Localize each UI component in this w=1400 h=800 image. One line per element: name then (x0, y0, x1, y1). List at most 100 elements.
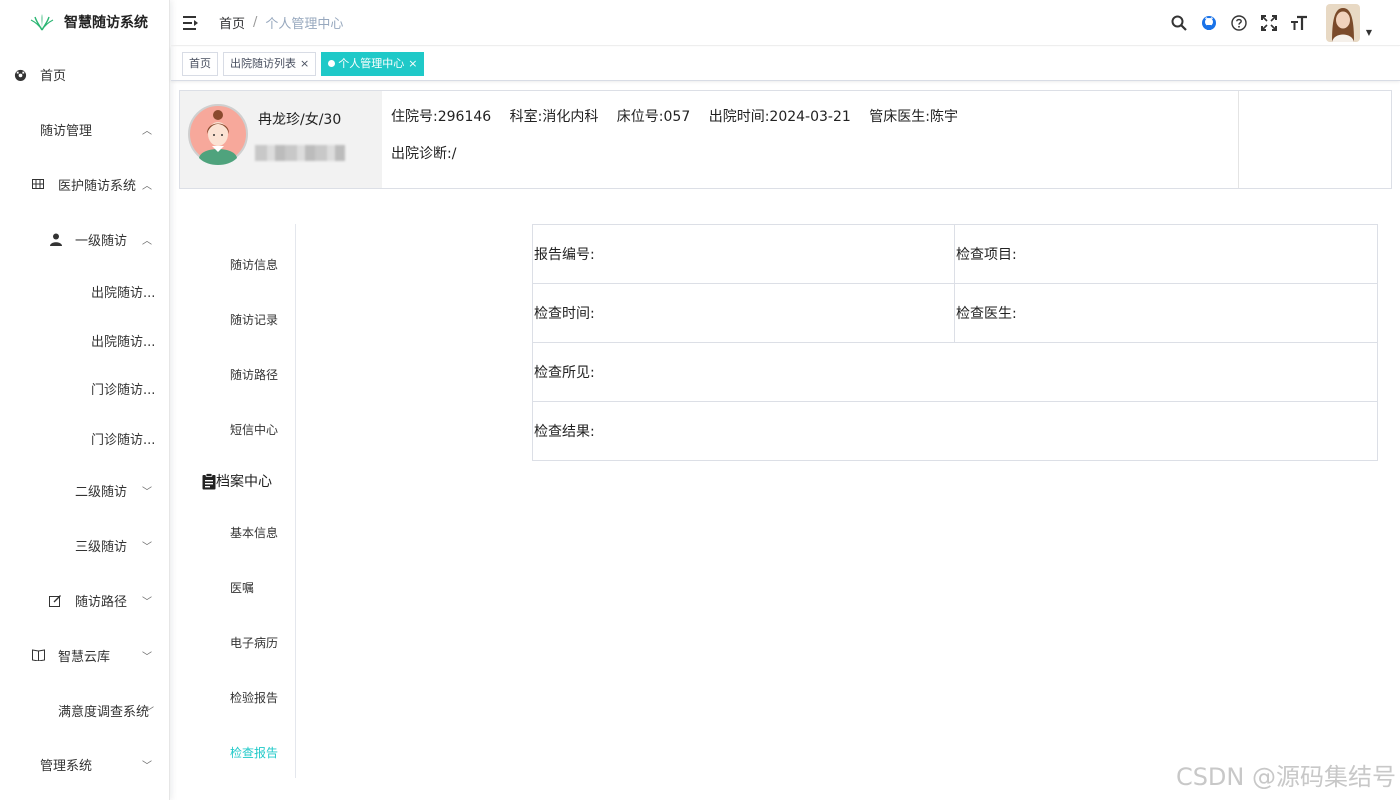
subnav-exam-report[interactable]: 检查报告 (230, 744, 278, 761)
chevron-down-icon: ﹀ (142, 541, 152, 553)
chevron-down-icon: ﹀ (142, 760, 152, 772)
close-icon[interactable]: × (300, 53, 309, 75)
chevron-down-icon: ﹀ (142, 596, 152, 608)
sidebar-item-label: 二级随访 (75, 484, 128, 500)
subnav-followup-info[interactable]: 随访信息 (230, 256, 278, 273)
tag-home[interactable]: 首页 (182, 51, 218, 76)
table-row: 检查结果: (532, 401, 1378, 461)
sidebar-item-discharge-followup-1[interactable]: 出院随访... (0, 276, 170, 306)
patient-profile: 冉龙珍/女/30 (180, 91, 382, 188)
tag-label: 首页 (189, 56, 211, 70)
sidebar-item-label: 随访管理 (40, 123, 93, 139)
record-subnav: 随访信息 随访记录 随访路径 短信中心 档案中心 基本信息 医嘱 电子病历 检验… (180, 224, 296, 778)
patient-id-blurred (255, 145, 345, 161)
fullscreen-icon[interactable] (1260, 14, 1278, 32)
subnav-group-label: 档案中心 (216, 474, 272, 490)
chevron-down-icon: ﹀ (144, 706, 154, 718)
search-icon[interactable] (1170, 14, 1188, 32)
breadcrumb-separator: / (253, 15, 258, 30)
clipboard-icon (202, 472, 216, 489)
book-icon (32, 649, 45, 661)
tag-personal-center[interactable]: 个人管理中心 × (321, 51, 425, 76)
breadcrumb-home[interactable]: 首页 (219, 13, 245, 32)
sidebar-item-outpatient-followup-2[interactable]: 门诊随访... (0, 423, 170, 453)
top-navbar: 首页 / 个人管理中心 ▼ (171, 0, 1400, 46)
sidebar-item-label: 满意度调查系统 (58, 704, 150, 720)
subnav-sms-center[interactable]: 短信中心 (230, 421, 278, 438)
subnav-emr[interactable]: 电子病历 (230, 634, 278, 651)
sidebar-item-label: 出院随访... (91, 285, 156, 301)
user-avatar[interactable] (1325, 4, 1360, 42)
sidebar-item-satisfaction-survey[interactable]: 满意度调查系统 ﹀ (0, 695, 170, 725)
department: 科室:消化内科 (509, 109, 599, 125)
admission-number: 住院号:296146 (391, 109, 492, 125)
sidebar-item-level3-followup[interactable]: 三级随访 ﹀ (0, 530, 170, 560)
chevron-up-icon: ︿ (142, 235, 152, 247)
sidebar-item-discharge-followup-2[interactable]: 出院随访... (0, 325, 170, 355)
attending-doctor: 管床医生:陈宇 (869, 109, 958, 125)
chevron-up-icon: ︿ (142, 125, 152, 137)
sidebar-item-followup-mgmt[interactable]: 随访管理 ︿ (0, 114, 170, 144)
subnav-followup-records[interactable]: 随访记录 (230, 311, 278, 328)
sidebar-item-level1-followup[interactable]: 一级随访 ︿ (0, 224, 170, 254)
breadcrumb: 首页 / 个人管理中心 (219, 13, 343, 32)
sidebar-item-nursing-followup[interactable]: 医护随访系统 ︿ (0, 169, 170, 199)
chevron-down-icon: ﹀ (142, 651, 152, 663)
sidebar-item-outpatient-followup-1[interactable]: 门诊随访... (0, 373, 170, 403)
sidebar-item-management-system[interactable]: 管理系统 ﹀ (0, 749, 170, 779)
caret-down-icon[interactable]: ▼ (1366, 28, 1372, 37)
table-row: 报告编号: 检查项目: (532, 224, 1378, 284)
active-dot-icon (328, 60, 336, 67)
chevron-down-icon: ﹀ (142, 486, 152, 498)
discharge-diagnosis: 出院诊断:/ (391, 146, 457, 162)
sidebar-item-label: 智慧云库 (58, 649, 111, 665)
sidebar-item-label: 出院随访... (91, 334, 156, 350)
help-icon[interactable] (1230, 14, 1248, 32)
subnav-medical-orders[interactable]: 医嘱 (230, 579, 254, 596)
breadcrumb-current: 个人管理中心 (265, 17, 344, 32)
sidebar-item-label: 门诊随访... (91, 432, 156, 448)
close-icon[interactable]: × (408, 53, 417, 75)
bed-number: 床位号:057 (616, 109, 691, 125)
sidebar-item-home[interactable]: 首页 (0, 59, 170, 89)
patient-info-card: 冉龙珍/女/30 住院号:296146 科室:消化内科 床位号:057 出院时间… (179, 90, 1392, 189)
sidebar-item-level2-followup[interactable]: 二级随访 ﹀ (0, 475, 170, 505)
chevron-up-icon: ︿ (142, 180, 152, 192)
discharge-time: 出院时间:2024-03-21 (708, 109, 851, 125)
subnav-followup-path[interactable]: 随访路径 (230, 366, 278, 383)
menu-fold-icon[interactable] (183, 15, 199, 30)
header-toolbar: ▼ (1158, 0, 1372, 46)
tag-label: 个人管理中心 (338, 56, 405, 70)
subnav-lab-report[interactable]: 检验报告 (230, 689, 278, 706)
sidebar-item-label: 门诊随访... (91, 382, 156, 398)
patient-name: 冉龙珍/女/30 (258, 112, 342, 128)
watermark: CSDN @源码集结号 (1175, 763, 1396, 791)
table-row: 检查时间: 检查医生: (532, 283, 1378, 343)
subnav-basic-info[interactable]: 基本信息 (230, 524, 278, 541)
sidebar-item-label: 管理系统 (40, 758, 93, 774)
logo-icon (30, 14, 54, 31)
exam-findings-cell: 检查所见: (532, 342, 1378, 402)
exam-doctor-cell: 检查医生: (954, 283, 1378, 343)
logo[interactable]: 智慧随访系统 (0, 0, 169, 44)
exam-result-cell: 检查结果: (532, 401, 1378, 461)
patient-avatar (188, 104, 248, 165)
exam-item-cell: 检查项目: (954, 224, 1378, 284)
tag-discharge-followup-list[interactable]: 出院随访列表 × (223, 51, 317, 76)
app-title: 智慧随访系统 (64, 15, 148, 31)
report-number-cell: 报告编号: (532, 224, 955, 284)
sidebar-item-label: 三级随访 (75, 539, 128, 555)
sidebar-item-label: 首页 (40, 68, 67, 84)
dashboard-icon (14, 69, 27, 81)
subnav-archive-center: 档案中心 (202, 471, 272, 491)
sidebar-item-followup-path[interactable]: 随访路径 ﹀ (0, 585, 170, 615)
table-row: 检查所见: (532, 342, 1378, 402)
github-icon[interactable] (1200, 14, 1218, 32)
sidebar: 智慧随访系统 首页 随访管理 ︿ 医护随访系统 ︿ 一级随访 ︿ 出院随访...… (0, 0, 170, 800)
sidebar-item-label: 随访路径 (75, 594, 128, 610)
sidebar-item-smart-cloud[interactable]: 智慧云库 ﹀ (0, 640, 170, 670)
exam-time-cell: 检查时间: (532, 283, 955, 343)
tags-view: 首页 出院随访列表 × 个人管理中心 × (171, 47, 1400, 81)
exam-report-table: 报告编号: 检查项目: 检查时间: 检查医生: 检查所见: 检查结果: (532, 224, 1378, 461)
font-size-icon[interactable] (1290, 14, 1308, 32)
